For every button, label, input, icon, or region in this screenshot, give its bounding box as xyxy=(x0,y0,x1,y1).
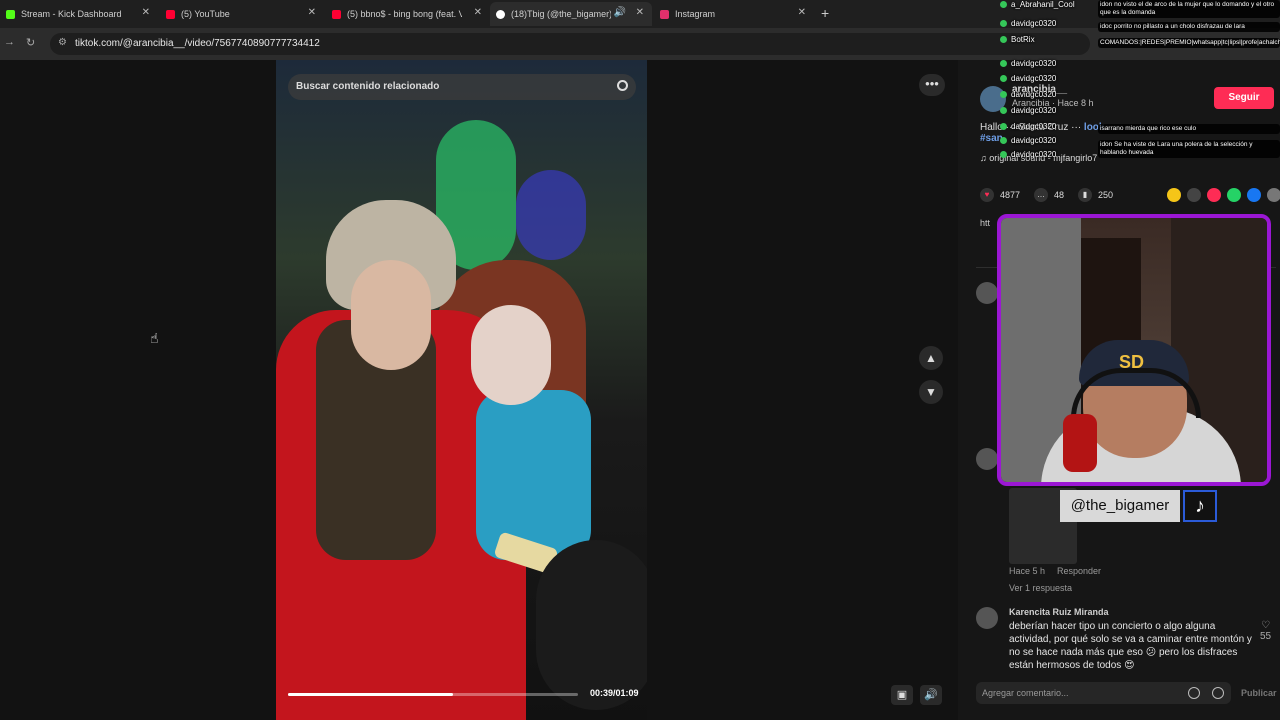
avatar[interactable] xyxy=(976,282,998,304)
tiktok-logo-icon: ♪ xyxy=(1183,490,1217,522)
video-scene xyxy=(351,260,431,370)
tab-kick-dashboard[interactable]: Stream - Kick Dashboard ✕ xyxy=(0,2,158,26)
comment-like[interactable]: ♡ 55 xyxy=(1260,620,1271,642)
tab-label: Instagram xyxy=(675,9,716,19)
bookmark-icon: ▮ xyxy=(1078,188,1093,202)
close-icon[interactable]: ✕ xyxy=(474,7,482,18)
emoji-icon[interactable] xyxy=(1212,687,1224,699)
heart-icon: ♡ xyxy=(1261,620,1271,631)
tab-tiktok-active[interactable]: (18)Tbig (@the_bigamer) | T 🔊 ✕ xyxy=(490,2,652,26)
youtube-icon xyxy=(332,9,341,19)
close-icon[interactable]: ✕ xyxy=(636,7,644,18)
kick-icon xyxy=(6,9,15,19)
comment-input[interactable]: Agregar comentario... xyxy=(976,682,1231,704)
video-scene xyxy=(536,540,647,710)
tiktok-icon xyxy=(496,9,505,19)
video-scene xyxy=(516,170,586,260)
streamer-handle: @the_bigamer xyxy=(1060,490,1180,522)
site-info-icon[interactable]: ⚙ xyxy=(58,37,67,48)
speaker-icon[interactable]: 🔊 xyxy=(614,7,626,18)
related-search-input[interactable]: Buscar contenido relacionado xyxy=(288,74,636,100)
comment-icon: … xyxy=(1034,188,1049,202)
chat-message: idon Se ha viste de Lara una polera de l… xyxy=(1098,140,1280,158)
coin-icon[interactable] xyxy=(1167,188,1181,202)
new-tab-icon[interactable]: + xyxy=(821,5,829,21)
whatsapp-icon[interactable] xyxy=(1227,188,1241,202)
chevron-up-icon[interactable]: ▲ xyxy=(919,346,943,370)
comment-stat[interactable]: … 48 xyxy=(1034,188,1064,202)
copy-link-field[interactable]: htt xyxy=(980,218,990,228)
save-stat[interactable]: ▮ 250 xyxy=(1078,188,1113,202)
instagram-icon xyxy=(660,9,669,19)
search-icon[interactable] xyxy=(617,80,628,91)
sound-link[interactable]: ♫ original sound - mjfangirlo7 xyxy=(980,153,1097,163)
share-row xyxy=(1161,188,1280,202)
close-icon[interactable]: ✕ xyxy=(142,7,150,18)
url-text: tiktok.com/@arancibia__/video/7567740890… xyxy=(75,38,320,49)
forward-icon[interactable]: → xyxy=(4,36,15,48)
comment-text: deberían hacer tipo un concierto o algo … xyxy=(1009,621,1252,671)
chat-message: idon no visto el de arco de la mujer que… xyxy=(1098,0,1280,18)
tab-label: Stream - Kick Dashboard xyxy=(21,9,122,19)
comment-time: Hace 5 h xyxy=(1009,566,1046,576)
reply-link[interactable]: Responder xyxy=(1057,566,1101,576)
address-bar: → ↻ ⚙ tiktok.com/@arancibia__/video/7567… xyxy=(0,28,1280,60)
author-meta: Arancibia · Hace 8 h xyxy=(1012,98,1094,108)
streamer-webcam: SD xyxy=(997,214,1271,486)
browser-tab-strip: Stream - Kick Dashboard ✕ (5) YouTube ✕ … xyxy=(0,0,1280,28)
chevron-down-icon[interactable]: ▼ xyxy=(919,380,943,404)
microphone xyxy=(1063,414,1097,472)
youtube-icon xyxy=(166,9,175,19)
author-username[interactable]: arancibia__ xyxy=(1012,84,1067,95)
reload-icon[interactable]: ↻ xyxy=(26,36,35,49)
mention-icon[interactable] xyxy=(1188,687,1200,699)
avatar[interactable] xyxy=(976,607,998,629)
video-time: 00:39/01:09 xyxy=(590,688,639,698)
tab-instagram[interactable]: Instagram ✕ xyxy=(654,2,814,26)
desc-hashtags[interactable]: #san xyxy=(980,133,1003,144)
search-placeholder: Buscar contenido relacionado xyxy=(296,81,440,92)
tab-label: (5) bbno$ - bing bong (feat. Vl xyxy=(347,9,462,19)
save-count: 250 xyxy=(1098,190,1114,200)
picture-in-picture-icon[interactable]: ▣ xyxy=(891,685,913,705)
video-progress-bar[interactable] xyxy=(288,693,578,696)
chat-message: isarrano mierda que rico ese culo xyxy=(1098,124,1280,134)
video-player[interactable]: Buscar contenido relacionado 00:39/01:09 xyxy=(276,60,647,720)
engagement-stats: ♥ 4877 … 48 ▮ 250 xyxy=(980,188,1127,202)
avatar[interactable] xyxy=(980,86,1006,112)
comment-like-count: 55 xyxy=(1260,631,1272,642)
tab-label: (18)Tbig (@the_bigamer) | T xyxy=(511,9,611,19)
like-stat[interactable]: ♥ 4877 xyxy=(980,188,1020,202)
embed-icon[interactable] xyxy=(1187,188,1201,202)
tab-label: (5) YouTube xyxy=(181,9,230,19)
chat-message: COMANDOS:|REDES|PREMIO|whatsapp|tc|lipsl… xyxy=(1098,38,1280,48)
more-options-icon[interactable]: ••• xyxy=(919,74,945,96)
share-icon[interactable] xyxy=(1267,188,1280,202)
volume-icon[interactable]: 🔊 xyxy=(920,685,942,705)
like-count: 4877 xyxy=(1000,190,1021,200)
mouse-cursor-icon: ☝ xyxy=(150,330,159,346)
post-description: Hallo ··· Santa Cruz ··· look #san xyxy=(980,122,1105,144)
desc-prefix: Hallo xyxy=(980,122,1003,133)
video-scene xyxy=(471,305,551,405)
facebook-icon[interactable] xyxy=(1247,188,1261,202)
close-icon[interactable]: ✕ xyxy=(308,7,316,18)
comment-count: 48 xyxy=(1054,190,1065,200)
avatar[interactable] xyxy=(976,448,998,470)
tab-youtube[interactable]: (5) YouTube ✕ xyxy=(160,2,324,26)
url-field[interactable]: ⚙ tiktok.com/@arancibia__/video/75677408… xyxy=(50,33,1090,55)
close-icon[interactable]: ✕ xyxy=(798,7,806,18)
send-icon[interactable] xyxy=(1207,188,1221,202)
follow-button[interactable]: Seguir xyxy=(1214,87,1274,109)
desc-location: Santa Cruz xyxy=(1018,122,1069,133)
comment-placeholder: Agregar comentario... xyxy=(982,688,1069,698)
tab-bing-bong[interactable]: (5) bbno$ - bing bong (feat. Vl ✕ xyxy=(326,2,490,26)
comment-username[interactable]: Karencita Ruiz Miranda xyxy=(1009,607,1109,617)
publish-button[interactable]: Publicar xyxy=(1241,688,1277,698)
view-replies-link[interactable]: Ver 1 respuesta xyxy=(1009,583,1072,593)
chat-message: idoc porrito no pillasto a un cholo disf… xyxy=(1098,22,1280,32)
video-progress-fill xyxy=(288,693,454,696)
heart-icon: ♥ xyxy=(980,188,994,202)
video-scene xyxy=(476,390,591,560)
